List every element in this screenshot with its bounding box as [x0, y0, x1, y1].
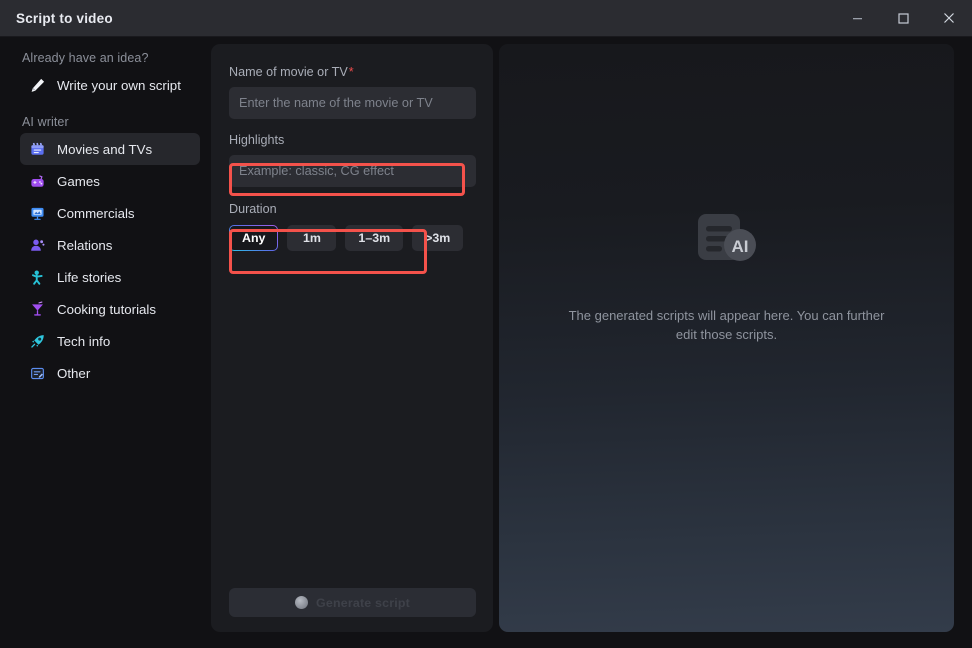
sidebar-item-tech-info[interactable]: Tech info: [20, 325, 200, 357]
generate-script-button[interactable]: Generate script: [229, 588, 476, 617]
minimize-button[interactable]: [834, 0, 880, 36]
name-field-label: Name of movie or TV*: [229, 65, 475, 79]
script-to-video-window: Script to video Already have an idea? Wr…: [0, 0, 972, 648]
field-name-of-movie: Name of movie or TV*: [229, 65, 476, 119]
script-preview-panel: AI The generated scripts will appear her…: [499, 44, 954, 632]
sidebar-item-games[interactable]: Games: [20, 165, 200, 197]
sidebar-item-label: Life stories: [57, 269, 122, 285]
sidebar-item-life-stories[interactable]: Life stories: [20, 261, 200, 293]
ai-document-icon: AI: [690, 212, 764, 276]
name-label-text: Name of movie or TV: [229, 65, 348, 79]
duration-field-label: Duration: [229, 202, 277, 216]
close-button[interactable]: [926, 0, 972, 36]
sidebar: Already have an idea? Write your own scr…: [0, 37, 211, 648]
loading-spinner-icon: [295, 596, 309, 609]
window-controls: [834, 0, 972, 36]
sidebar-item-label: Games: [57, 173, 100, 189]
field-duration: Duration Any 1m 1–3m >3m: [229, 202, 475, 251]
duration-chip-1-3m[interactable]: 1–3m: [345, 225, 404, 251]
highlights-input[interactable]: [229, 155, 476, 187]
duration-chip-group: Any 1m 1–3m >3m: [229, 225, 475, 251]
sidebar-item-commercials[interactable]: Commercials: [20, 197, 200, 229]
sidebar-item-label: Commercials: [57, 205, 135, 221]
window-body: Already have an idea? Write your own scr…: [0, 37, 972, 648]
sidebar-heading-ai-writer: AI writer: [22, 115, 69, 129]
minimize-icon: [852, 17, 862, 19]
required-marker: *: [348, 65, 354, 79]
sidebar-item-other[interactable]: Other: [20, 357, 200, 389]
sidebar-item-movies-and-tvs[interactable]: Movies and TVs: [20, 133, 200, 165]
people-icon: [28, 236, 46, 254]
preview-empty-text: The generated scripts will appear here. …: [568, 308, 885, 342]
sidebar-item-write-your-own-script[interactable]: Write your own script: [20, 69, 200, 101]
maximize-icon: [897, 12, 909, 24]
duration-chip-1m[interactable]: 1m: [287, 225, 337, 251]
note-icon: [28, 364, 46, 382]
gamepad-icon: [28, 172, 46, 190]
sidebar-item-label: Other: [57, 365, 91, 381]
duration-chip-any[interactable]: Any: [229, 225, 278, 251]
rocket-icon: [28, 332, 46, 350]
clapperboard-icon: [28, 140, 46, 158]
sidebar-item-relations[interactable]: Relations: [20, 229, 200, 261]
cocktail-icon: [28, 300, 46, 318]
sidebar-item-label: Relations: [57, 237, 113, 253]
generate-script-label: Generate script: [316, 595, 410, 610]
maximize-button[interactable]: [880, 0, 926, 36]
sidebar-item-cooking-tutorials[interactable]: Cooking tutorials: [20, 293, 200, 325]
sidebar-item-label: Cooking tutorials: [57, 301, 157, 317]
close-icon: [944, 13, 954, 23]
sidebar-heading-idea: Already have an idea?: [22, 51, 149, 65]
title-bar: Script to video: [0, 0, 972, 37]
sidebar-item-label: Write your own script: [57, 77, 181, 93]
form-panel: Name of movie or TV* Highlights Duration…: [211, 44, 493, 632]
pencil-icon: [28, 76, 46, 94]
svg-text:AI: AI: [731, 237, 748, 256]
sidebar-item-label: Movies and TVs: [57, 141, 153, 157]
movie-name-input[interactable]: [229, 87, 476, 119]
presentation-icon: [28, 204, 46, 222]
sidebar-item-label: Tech info: [57, 333, 111, 349]
window-title: Script to video: [16, 10, 113, 26]
highlights-field-label: Highlights: [229, 133, 285, 147]
duration-chip-over-3m[interactable]: >3m: [412, 225, 464, 251]
person-icon: [28, 268, 46, 286]
field-highlights: Highlights: [229, 133, 476, 187]
